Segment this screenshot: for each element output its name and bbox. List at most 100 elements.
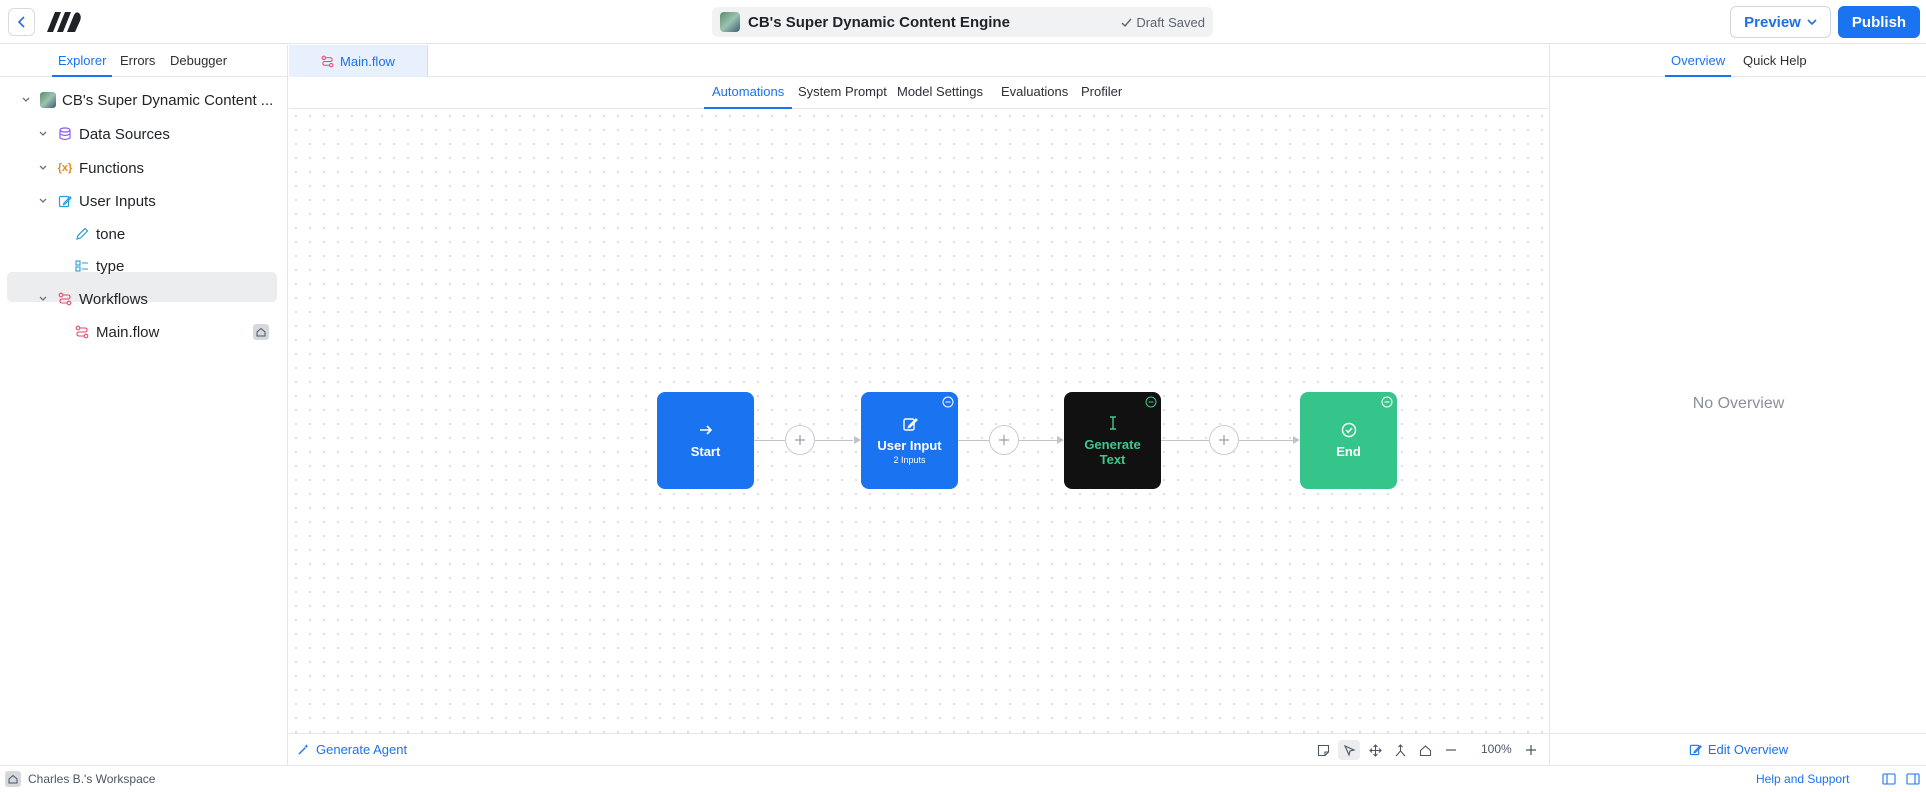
chevron-down-icon[interactable] bbox=[18, 95, 34, 105]
project-title: CB's Super Dynamic Content Engine bbox=[748, 14, 1010, 31]
tree-functions-label: Functions bbox=[79, 159, 145, 177]
edge-arrowhead bbox=[1293, 436, 1300, 444]
auto-layout-icon[interactable] bbox=[1389, 740, 1411, 760]
edge-arrowhead bbox=[1057, 436, 1064, 444]
move-icon[interactable] bbox=[1364, 740, 1386, 760]
tab-profiler[interactable]: Profiler bbox=[1073, 77, 1130, 109]
empty-state-text: No Overview bbox=[1692, 395, 1785, 412]
tab-errors[interactable]: Errors bbox=[114, 45, 161, 77]
tab-explorer[interactable]: Explorer bbox=[52, 45, 113, 77]
chevron-left-icon bbox=[17, 16, 25, 28]
list-icon bbox=[74, 258, 90, 274]
tab-evaluations[interactable]: Evaluations bbox=[993, 77, 1076, 109]
edit-overview-button[interactable]: Edit Overview bbox=[1550, 733, 1926, 765]
tree-input-tone-label: tone bbox=[96, 225, 126, 243]
add-step-button[interactable] bbox=[989, 425, 1019, 455]
tab-overview[interactable]: Overview bbox=[1665, 45, 1732, 77]
pointer-icon[interactable] bbox=[1338, 740, 1360, 760]
home-icon[interactable] bbox=[1414, 740, 1436, 760]
workspace-name[interactable]: Charles B.'s Workspace bbox=[28, 772, 155, 786]
tree-input-type[interactable]: type bbox=[74, 253, 124, 279]
collapse-icon[interactable] bbox=[1145, 396, 1157, 408]
text-cursor-icon bbox=[1109, 415, 1116, 430]
project-title-pill[interactable]: CB's Super Dynamic Content Engine Draft … bbox=[712, 7, 1213, 37]
check-circle-icon bbox=[1341, 422, 1356, 438]
edit-overview-label: Edit Overview bbox=[1707, 742, 1789, 757]
explorer-panel: Explorer Errors Debugger CB's Super Dyna… bbox=[0, 45, 288, 765]
node-start[interactable]: Start bbox=[657, 392, 754, 489]
node-user-input[interactable]: User Input 2 Inputs bbox=[861, 392, 958, 489]
arrow-right-icon bbox=[699, 425, 712, 435]
status-bar: Charles B.'s Workspace Help and Support bbox=[0, 765, 1926, 792]
top-bar: CB's Super Dynamic Content Engine Draft … bbox=[0, 0, 1926, 44]
edge-line bbox=[1161, 440, 1209, 441]
edit-icon bbox=[902, 418, 918, 431]
node-user-input-label: User Input bbox=[877, 438, 942, 453]
preview-button[interactable]: Preview bbox=[1730, 6, 1831, 38]
plus-icon bbox=[1219, 435, 1229, 445]
tree-root[interactable]: CB's Super Dynamic Content ... bbox=[18, 87, 273, 113]
workflow-icon bbox=[57, 291, 73, 307]
file-tabbar: Main.flow bbox=[289, 45, 1548, 77]
editor-subtabs: Automations System Prompt Model Settings… bbox=[289, 77, 1548, 109]
file-tab-main-flow[interactable]: Main.flow bbox=[289, 45, 428, 77]
generate-agent-label: Generate Agent bbox=[316, 742, 408, 757]
tree-workflows-label: Workflows bbox=[79, 290, 148, 308]
chevron-down-icon bbox=[1807, 19, 1817, 26]
add-step-button[interactable] bbox=[1209, 425, 1239, 455]
tree-workflows[interactable]: Workflows bbox=[35, 286, 148, 312]
tree-input-tone[interactable]: tone bbox=[74, 221, 125, 247]
workflow-icon bbox=[321, 55, 334, 67]
save-status-text: Draft Saved bbox=[1136, 15, 1205, 30]
home-icon[interactable] bbox=[5, 771, 21, 787]
zoom-in-icon[interactable] bbox=[1520, 740, 1542, 760]
plus-icon bbox=[795, 435, 805, 445]
edge-line bbox=[754, 440, 785, 441]
tree-main-flow[interactable]: Main.flow bbox=[74, 319, 159, 345]
tree-user-inputs[interactable]: User Inputs bbox=[35, 188, 156, 214]
flow-canvas[interactable]: Start User Input 2 Inputs Generate Text bbox=[289, 109, 1548, 733]
tree-user-inputs-label: User Inputs bbox=[79, 192, 156, 210]
node-generate-text-label: Generate Text bbox=[1084, 436, 1141, 467]
tree-functions[interactable]: {x} Functions bbox=[35, 155, 144, 181]
editor-area: Main.flow Automations System Prompt Mode… bbox=[289, 45, 1548, 765]
chevron-down-icon[interactable] bbox=[35, 163, 51, 173]
collapse-icon[interactable] bbox=[942, 396, 954, 408]
tree-input-type-label: type bbox=[96, 257, 125, 275]
project-thumbnail-icon bbox=[40, 92, 56, 108]
tree-main-flow-label: Main.flow bbox=[96, 323, 160, 341]
save-status: Draft Saved bbox=[1121, 15, 1205, 30]
tree-data-sources-label: Data Sources bbox=[79, 125, 170, 143]
chevron-down-icon[interactable] bbox=[35, 129, 51, 139]
collapse-icon[interactable] bbox=[1381, 396, 1393, 408]
back-button[interactable] bbox=[8, 8, 35, 36]
publish-button[interactable]: Publish bbox=[1838, 6, 1920, 38]
tab-system-prompt[interactable]: System Prompt bbox=[790, 77, 895, 109]
tree-data-sources[interactable]: Data Sources bbox=[35, 121, 170, 147]
node-start-label: Start bbox=[690, 444, 721, 459]
add-step-button[interactable] bbox=[785, 425, 815, 455]
toggle-left-panel-icon[interactable] bbox=[1882, 772, 1896, 786]
canvas-toolbar: Generate Agent 100% bbox=[289, 733, 1548, 765]
chevron-down-icon[interactable] bbox=[35, 196, 51, 206]
edit-icon bbox=[1689, 744, 1702, 756]
edit-icon bbox=[57, 193, 73, 209]
zoom-level: 100% bbox=[1481, 742, 1512, 756]
help-link[interactable]: Help and Support bbox=[1756, 772, 1849, 786]
tab-debugger[interactable]: Debugger bbox=[164, 45, 233, 77]
zoom-out-icon[interactable] bbox=[1440, 740, 1462, 760]
chevron-down-icon[interactable] bbox=[35, 294, 51, 304]
app-logo[interactable] bbox=[44, 9, 84, 35]
preview-label: Preview bbox=[1744, 13, 1801, 31]
node-generate-text[interactable]: Generate Text bbox=[1064, 392, 1161, 489]
node-end[interactable]: End bbox=[1300, 392, 1397, 489]
toggle-right-panel-icon[interactable] bbox=[1906, 772, 1920, 786]
sticky-note-icon[interactable] bbox=[1312, 740, 1334, 760]
tab-quick-help[interactable]: Quick Help bbox=[1737, 45, 1813, 77]
tab-model-settings[interactable]: Model Settings bbox=[889, 77, 991, 109]
home-icon[interactable] bbox=[253, 324, 269, 340]
project-thumbnail bbox=[720, 12, 740, 32]
tab-automations[interactable]: Automations bbox=[704, 77, 793, 109]
generate-agent-button[interactable]: Generate Agent bbox=[297, 742, 407, 757]
edge-line bbox=[1239, 440, 1293, 441]
